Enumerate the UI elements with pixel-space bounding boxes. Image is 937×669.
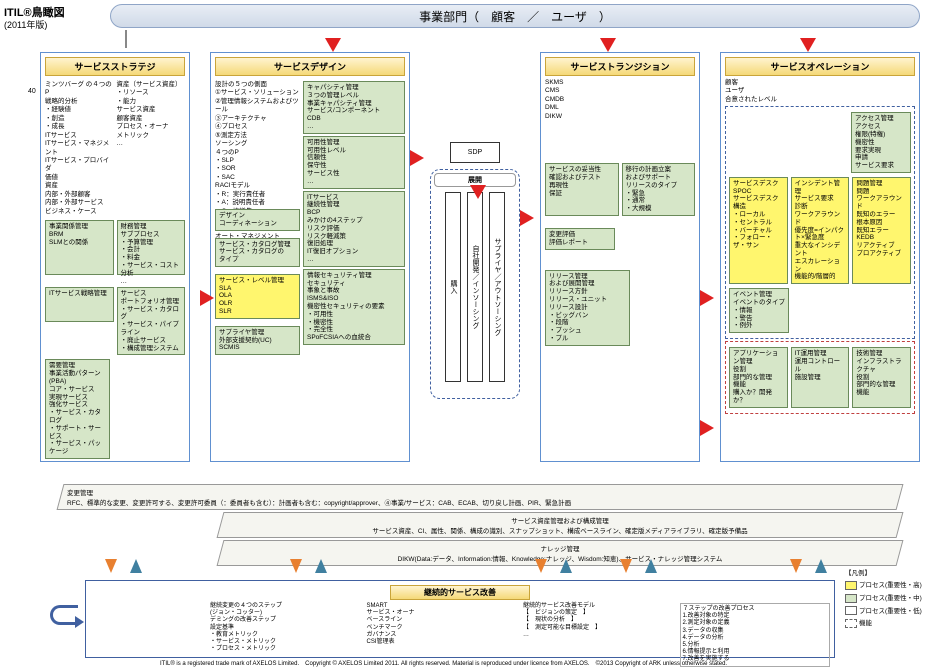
col-strategy: サービスストラテジ ミンツバーグ の４つのP 戦略的分析 ・経験値 ・創造 ・成… [40,52,190,462]
arrow-up-teal-icon [315,559,327,573]
hdr-operation: サービスオペレーション [725,57,915,76]
box-security: 情報セキュリティ管理 セキュリティ 事象と事故 ISMS&ISO 機密性セキュリ… [303,269,405,345]
swatch-yellow [845,581,857,590]
col-middle: SDP 展開 購入 自社開発／インソーシング サプライヤ／アウトソーシング [430,52,520,462]
hdr-strategy: サービスストラテジ [45,57,185,76]
arrow-up-teal-icon [130,559,142,573]
hdr-transition: サービストランジション [545,57,695,76]
legend: 【凡例】 プロセス(重要性・高) プロセス(重要性・中) プロセス(重要性・低)… [845,565,930,630]
col-design: サービスデザイン 設計の５つの側面 ①サービス・ソリューション ②管理情報システ… [210,52,410,462]
box-availability: 可用性管理 可用性レベル 信頼性 保守性 サービス性 … [303,136,405,189]
op-dash-top: アクセス管理 アクセス 権限(特権) 機密性 要求実現 申請 サービス要求 サー… [725,106,915,339]
box-release: リリース管理 および展開管理 リリース方針 リリース・ユニット リリース設計 ・… [545,270,630,346]
arrow-down-icon [800,38,816,52]
main-diagram: サービスストラテジ ミンツバーグ の４つのP 戦略的分析 ・経験値 ・創造 ・成… [40,52,920,542]
legend-title: 【凡例】 [845,567,930,577]
box-validation: サービスの妥当性 確認およびテスト 再現性 保証 [545,163,619,216]
box-problem: 問題管理 問題 ワークアラウンド 既知のエラー 根本原因 既知エラー KEDB … [852,177,911,284]
box-capacity: キャパシティ管理 ３つの管理レベル 事業キャパシティ管理 サービス/コンポーネン… [303,81,405,134]
footer: ITIL® is a registered trade mark of AXEL… [160,658,727,667]
box-event: イベント管理 イベントのタイプ ・情報 ・警告 ・例外 [729,288,789,333]
box-change-eval: 変更評価 評価レポート [545,228,615,250]
arrow-right-icon [200,290,214,306]
arrow-right-icon [410,150,424,166]
box-access: アクセス管理 アクセス 権限(特権) 機密性 要求実現 申請 サービス要求 [851,112,911,173]
bar-change: 変更発生 変更管理 RFC、標準的な変更、変更許可する、変更許可委員（：委員者も… [57,484,904,510]
op-list: 顧客 ユーザ 合意されたレベル [725,79,915,104]
box-demand: 需要管理 事業活動パターン(PBA) コア・サービス 実現サービス 強化サービス… [45,359,110,459]
box-supplier: サプライヤ管理 外部支援契約(UC) SCMIS [215,326,300,355]
csi-box: 継続的サービス改善 継続変更の４つのステップ (ジョン・コッター) デミングの改… [85,580,835,658]
arrow-down-icon [325,38,341,52]
sdp-box: SDP [450,142,500,163]
swatch-dash [845,619,857,628]
op-dash-bottom: アプリケーション管理 役割 部門的な管理 機能 購入か？開発か？ IT運用管理 … [725,341,915,414]
strategy-left-list: ミンツバーグ の４つのP 戦略的分析 ・経験値 ・創造 ・成長 ITサービス I… [45,81,114,216]
box-servicedesk: サービスデスク SPOC サービスデスク構造 ・ローカル ・セントラル ・バーチ… [729,177,788,284]
swatch-white [845,606,857,615]
box-tech-mgmt: 技術管理 インフラストラクチャ 役割 部門的な管理 機能 [852,347,911,408]
hdr-design: サービスデザイン [215,57,405,76]
arrow-down-icon [600,38,616,52]
arrow-down-orange-icon [105,559,117,573]
box-incident: インシデント管理 サービス要求 診断 ワークアラウンド 優先度=インパクト×緊急… [791,177,850,284]
arrow-down-orange-icon [290,559,302,573]
box-it-ops: IT運用管理 運用コントロール 施設管理 [791,347,850,408]
arrow-down-orange-icon [535,559,547,573]
box-brm: 事業関係管理 BRM SLMとの関係 [45,220,114,275]
vbox-buy: 購入 [445,192,461,382]
vbox-insrc: 自社開発／インソーシング [467,192,483,382]
arrow-up-teal-icon [815,559,827,573]
cycle-arrow-icon [50,605,78,625]
arrow-right-icon [520,210,534,226]
arrow-up-teal-icon [645,559,657,573]
csi-col4: ７ステップの改善プロセス 1.改善対象の特定 2.測定対象の定義 3.データの収… [680,603,831,667]
horizontal-bars: 変更発生 変更管理 RFC、標準的な変更、変更許可する、変更許可委員（：委員者も… [60,482,900,568]
csi-col1: 継続変更の４つのステップ (ジョン・コッター) デミングの改善ステップ 設定基準… [210,603,355,667]
box-transition-plan: 移行の計画立案 およびサポート リリースのタイプ ・緊急 ・通常 ・大規模 [622,163,696,216]
csi-col3: 継続的サービス改善モデル 【 ビジョンの策定 】 【 現状の分析 】 【 測定可… [523,603,668,667]
arrow-up-teal-icon [560,559,572,573]
vbox-outsrc: サプライヤ／アウトソーシング [489,192,505,382]
col-transition: サービストランジション SKMS CMS CMDB DML DIKW サービスの… [540,52,700,462]
customer-bar: 事業部門（ 顧客 ／ ユーザ ） [110,4,920,28]
box-portfolio: サービス ポートフォリオ管理 ・サービス・カタログ ・サービス・パイプライン ・… [117,287,186,355]
transition-list: SKMS CMS CMDB DML DIKW [545,79,695,121]
csi-header: 継続的サービス改善 [390,585,530,600]
arrow-right-icon [700,290,714,306]
bar-sacm: サービス資産管理および構成管理 サービス資産、CI、属性、関係、構成の識別、スナ… [217,512,904,538]
deploy-dash: 展開 購入 自社開発／インソーシング サプライヤ／アウトソーシング [430,169,520,399]
strategy-right-list: 資産（サービス資産） ・リソース ・能力 サービス資産 顧客資産 プロセス・オー… [117,81,186,216]
swatch-green [845,594,857,603]
page-num: 40 [28,88,36,95]
box-continuity: ITサービス 継続性管理 BCP みかけの4ステップ リスク評価 リスク軽減策 … [303,191,405,267]
box-catalog: サービス・カタログ管理 サービス・カタログの タイプ [215,238,300,267]
box-financial: 財務管理 サブプロセス ・予算管理 ・会計 ・料金 ・サービス・コスト分析 … [117,220,186,275]
box-it-strategy: ITサービス戦略管理 [45,287,114,322]
box-slm: サービス・レベル管理 SLA OLA OLR SLR [215,274,300,319]
csi-col2: SMART サービス・オーナ ベースライン ベンチマーク ガバナンス CSI管理… [367,603,512,667]
box-design-coord: デザイン コーディネーション [215,209,300,231]
page-subtitle: (2011年版) [4,18,47,31]
arrow-down-orange-icon [620,559,632,573]
col-operation: サービスオペレーション 顧客 ユーザ 合意されたレベル アクセス管理 アクセス … [720,52,920,462]
box-app-mgmt: アプリケーション管理 役割 部門的な管理 機能 購入か？開発か？ [729,347,788,408]
arrow-down-orange-icon [790,559,802,573]
arrow-right-icon [700,420,714,436]
arrow-down-icon [470,185,486,199]
line-icon [125,30,127,48]
